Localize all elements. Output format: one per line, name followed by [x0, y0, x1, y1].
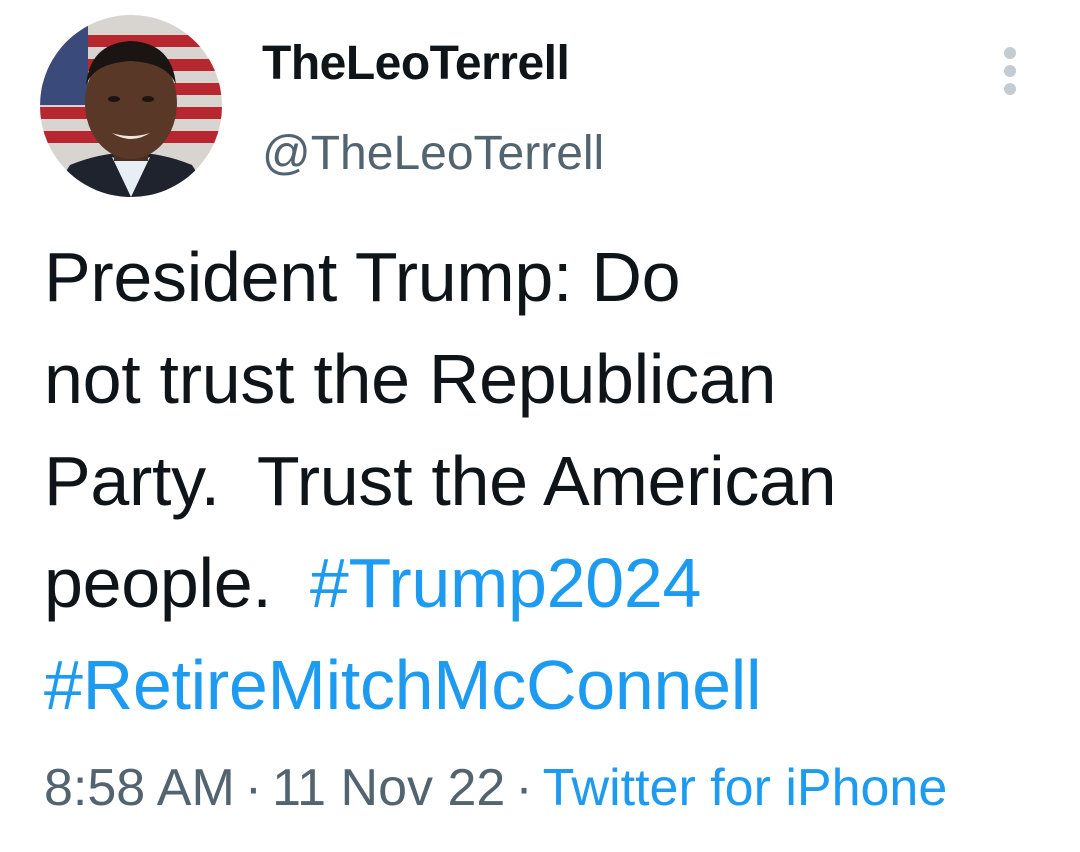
tweet-line: not trust the Republican — [44, 340, 777, 418]
author-handle[interactable]: @TheLeoTerrell — [262, 124, 604, 184]
tweet-text: President Trump: Do not trust the Republ… — [44, 226, 1044, 736]
meta-separator: · — [244, 759, 263, 817]
author-display-name[interactable]: TheLeoTerrell — [262, 34, 570, 94]
menu-dot — [1004, 47, 1016, 59]
menu-dot — [1004, 83, 1016, 95]
hashtag-link[interactable]: #Trump2024 — [310, 544, 702, 622]
tweet-meta: 8:58 AM · 11 Nov 22 · Twitter for iPhone — [44, 756, 947, 820]
tweet-line: people. #Trump2024 — [44, 532, 1044, 634]
meta-separator: · — [515, 759, 533, 817]
tweet-line: Party. Trust the American — [44, 442, 837, 520]
avatar[interactable] — [40, 15, 222, 197]
tweet-date[interactable]: 11 Nov 22 — [272, 759, 505, 817]
tweet-line: President Trump: Do — [44, 238, 681, 316]
tweet-source-link[interactable]: Twitter for iPhone — [543, 759, 948, 817]
tweet-line: #RetireMitchMcConnell — [44, 634, 1044, 736]
tweet-time[interactable]: 8:58 AM — [44, 759, 235, 817]
hashtag-link[interactable]: #RetireMitchMcConnell — [44, 646, 762, 724]
more-vertical-icon[interactable] — [996, 40, 1026, 100]
avatar-photo — [40, 15, 222, 197]
tweet-line-text: people. — [44, 544, 310, 622]
menu-dot — [1004, 65, 1016, 77]
